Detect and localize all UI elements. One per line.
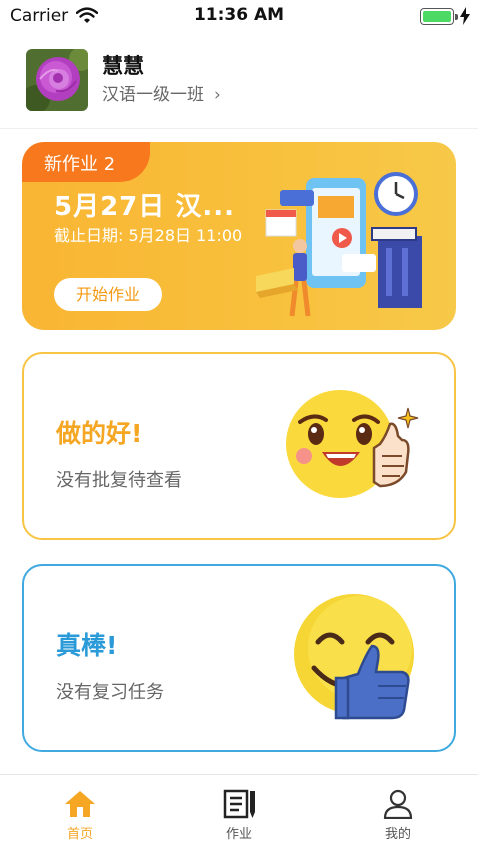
tab-home-label: 首页 [66,827,93,842]
home-icon [65,791,95,817]
good-job-subtitle: 没有批复待查看 [56,470,182,491]
thumbs-up-laughing-emoji-icon [286,390,419,498]
student-name: 慧慧 [102,54,144,78]
good-job-card[interactable]: 做的好! 没有批复待查看 [22,352,456,540]
chevron-right-icon: › [214,85,221,105]
great-card[interactable]: 真棒! 没有复习任务 [22,564,456,752]
homework-illustration-icon [256,172,422,317]
status-time: 11:36 AM [193,5,285,25]
class-link[interactable]: 汉语一级一班 › [102,80,221,105]
profile-header[interactable]: 慧慧 汉语一级一班 › [24,44,454,114]
new-homework-badge: 新作业 2 [22,142,150,182]
new-homework-badge-label: 新作业 2 [44,154,116,175]
start-homework-button[interactable]: 开始作业 [54,278,162,311]
battery-icon [420,8,458,25]
tab-me-label: 我的 [384,827,411,842]
tab-homework-label: 作业 [225,827,252,842]
tab-bar: 首页 作业 我的 [0,774,478,850]
status-bar: Carrier 11:36 AM [0,0,478,34]
homework-deadline: 截止日期: 5月28日 11:00 [54,226,243,245]
homework-title: 5月27日 汉... [54,192,235,222]
great-title: 真棒! [56,631,118,660]
great-subtitle: 没有复习任务 [56,682,164,703]
class-name: 汉语一级一班 [102,85,204,105]
charging-bolt-icon [460,7,470,25]
new-homework-card[interactable]: 新作业 2 5月27日 汉... 截止日期: 5月28日 11:00 开始作业 [22,142,456,330]
avatar[interactable] [26,49,88,111]
profile-icon [383,789,413,819]
tab-me[interactable]: 我的 [358,787,438,847]
homework-icon [223,789,255,819]
good-job-title: 做的好! [56,419,143,448]
tab-home[interactable]: 首页 [40,787,120,847]
thumbs-up-smiling-emoji-icon [294,594,414,720]
divider [0,128,478,129]
tab-homework[interactable]: 作业 [199,787,279,847]
